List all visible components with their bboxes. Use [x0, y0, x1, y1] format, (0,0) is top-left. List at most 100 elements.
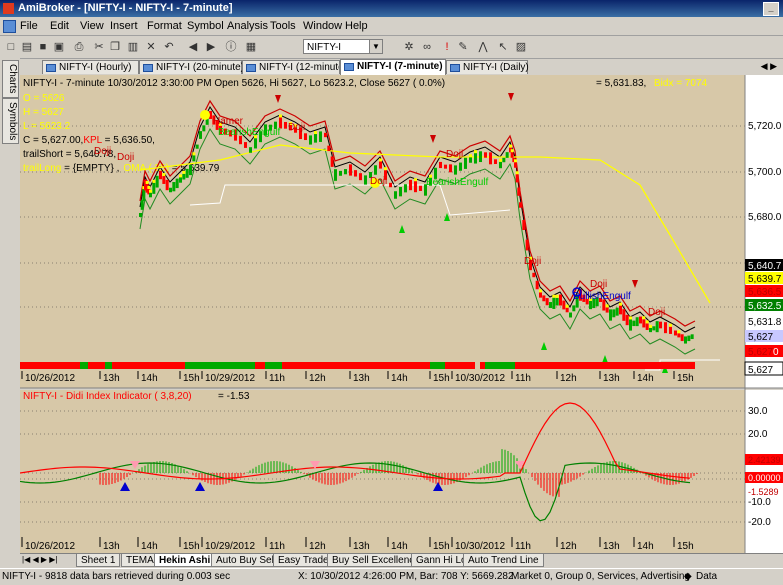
- menu-window[interactable]: Window: [303, 20, 342, 32]
- ha-candle: [374, 165, 377, 175]
- indicator-x-label: 11h: [269, 541, 285, 552]
- chevron-down-icon[interactable]: ▼: [369, 40, 382, 53]
- ha-candle: [139, 213, 142, 217]
- chart-area[interactable]: NIFTY-I - 7-minute 10/30/2012 3:30:00 PM…: [19, 75, 783, 553]
- ha-candle: [629, 319, 632, 331]
- undo-icon[interactable]: ↶: [162, 40, 176, 54]
- menu-bar: File Edit View Insert Format Symbol Anal…: [0, 17, 783, 36]
- chart-window-icon: [344, 63, 354, 71]
- menu-analysis[interactable]: Analysis: [227, 20, 268, 32]
- new-icon[interactable]: □: [4, 40, 18, 54]
- sheet-tab-hekin-ashi[interactable]: Hekin Ashi: [154, 554, 216, 567]
- menu-edit[interactable]: Edit: [50, 20, 69, 32]
- print-icon[interactable]: ⎙: [72, 40, 86, 54]
- ha-candle-highlight: [509, 144, 512, 148]
- status-coords: X: 10/30/2012 4:26:00 PM, Bar: 708 Y: 56…: [298, 571, 514, 582]
- symbol-combo[interactable]: NIFTY-I ▼: [303, 39, 383, 54]
- menu-help[interactable]: Help: [345, 20, 368, 32]
- sheet-tab-sheet1[interactable]: Sheet 1: [76, 554, 121, 567]
- ha-candle: [284, 121, 287, 129]
- ha-candle: [565, 307, 569, 313]
- price-x-label: 15h: [433, 373, 450, 384]
- indicator-tag-zero: 0.00000: [748, 473, 781, 483]
- ha-candle: [514, 162, 517, 168]
- side-tab-symbols[interactable]: Symbols: [2, 98, 19, 144]
- draw-icon[interactable]: ✎: [456, 40, 470, 54]
- indicator-x-label: 10/30/2012: [455, 541, 505, 552]
- price-pane-bg: [20, 75, 745, 388]
- ha-candle-highlight: [514, 159, 517, 163]
- ha-candle: [309, 135, 312, 145]
- price-tag-red-close-suffix: 0: [773, 347, 779, 358]
- tools-icon[interactable]: ✲: [402, 40, 416, 54]
- pointer-icon[interactable]: ↖: [496, 40, 510, 54]
- ha-candle: [615, 307, 619, 316]
- scan-icon[interactable]: ▨: [514, 40, 528, 54]
- chart-window-icon: [450, 64, 460, 72]
- quote-icon[interactable]: ∞: [420, 40, 434, 54]
- ha-candle: [314, 134, 317, 143]
- tab-12-minute[interactable]: NIFTY-I (12-minute: [242, 60, 340, 74]
- menu-view[interactable]: View: [80, 20, 104, 32]
- ha-candle: [639, 316, 642, 324]
- ha-candle: [162, 176, 166, 184]
- ha-candle: [572, 305, 576, 312]
- info-icon[interactable]: ⓘ: [224, 40, 238, 54]
- chart-canvas[interactable]: NIFTY-I - 7-minute 10/30/2012 3:30:00 PM…: [19, 75, 783, 553]
- price-tag-white: 5,631.8: [748, 317, 782, 328]
- ha-candle: [659, 321, 662, 329]
- ha-candle-highlight: [555, 294, 559, 298]
- indicator-tick-30: 30.0: [748, 406, 768, 417]
- status-bar: NIFTY-I - 9818 data bars retrieved durin…: [0, 568, 783, 585]
- indicator-x-label: 10/29/2012: [205, 541, 255, 552]
- tab-daily[interactable]: NIFTY-I (Daily): [446, 60, 529, 74]
- kpl-label: KPL: [83, 135, 102, 146]
- sheet-tab-auto-buy-sell[interactable]: Auto Buy Sell: [211, 554, 282, 567]
- ha-candle: [419, 185, 422, 191]
- menu-file[interactable]: File: [20, 20, 38, 32]
- ha-candle-highlight: [147, 185, 151, 189]
- ha-candle-highlight: [384, 167, 387, 171]
- menu-format[interactable]: Format: [147, 20, 182, 32]
- open-icon[interactable]: ▤: [20, 40, 34, 54]
- copy-icon[interactable]: ❐: [108, 40, 122, 54]
- forward-icon[interactable]: ▶: [204, 40, 218, 54]
- sheet-tab-easy-trade[interactable]: Easy Trade: [273, 554, 334, 567]
- price-tag-oma: 5,639.7: [748, 274, 782, 285]
- side-tab-charts[interactable]: Charts: [2, 60, 19, 98]
- save-icon[interactable]: ■: [36, 40, 50, 54]
- tab-7-minute[interactable]: NIFTY-I (7-minute): [340, 59, 446, 75]
- minimize-button[interactable]: _: [763, 2, 779, 16]
- chart-icon[interactable]: ▦: [244, 40, 258, 54]
- ha-candle: [499, 161, 502, 169]
- menu-symbol[interactable]: Symbol: [187, 20, 224, 32]
- save-all-icon[interactable]: ▣: [52, 40, 66, 54]
- document-icon[interactable]: [3, 20, 16, 33]
- menu-insert[interactable]: Insert: [110, 20, 138, 32]
- tab-hourly-label: NIFTY-I (Hourly): [59, 62, 132, 73]
- tab-scroll-arrows-icon[interactable]: ◀ ▶: [761, 61, 777, 72]
- ha-candle: [535, 280, 539, 290]
- sheet-nav-arrows-icon[interactable]: |◀ ◀ ▶ ▶|: [22, 555, 57, 564]
- ha-candle: [389, 182, 392, 188]
- indicator-x-label: 14h: [637, 541, 654, 552]
- ha-candle: [484, 152, 487, 158]
- pattern-icon[interactable]: ⋀: [476, 40, 490, 54]
- ha-candle-highlight: [510, 149, 514, 153]
- ribbon-segment: [480, 362, 485, 369]
- pattern-label: Doji: [94, 146, 111, 157]
- cut-icon[interactable]: ✂: [92, 40, 106, 54]
- tab-20-minute[interactable]: NIFTY-I (20-minute): [139, 60, 244, 74]
- tab-hourly[interactable]: NIFTY-I (Hourly): [42, 60, 139, 74]
- indicator-x-label: 10/26/2012: [25, 541, 75, 552]
- back-icon[interactable]: ◀: [186, 40, 200, 54]
- delete-icon[interactable]: ✕: [144, 40, 158, 54]
- alert-icon[interactable]: !: [440, 40, 454, 54]
- menu-tools[interactable]: Tools: [270, 20, 296, 32]
- indicator-tick-minus20: -20.0: [748, 517, 771, 528]
- ha-candle: [559, 294, 562, 306]
- toolbar: □ ▤ ■ ▣ ⎙ ✂ ❐ ▥ ✕ ↶ ◀ ▶ ⓘ ▦ NIFTY-I ▼ ✲ …: [0, 36, 783, 59]
- sheet-tab-auto-trend-line[interactable]: Auto Trend Line: [463, 554, 544, 567]
- chart-tab-strip: NIFTY-I (Hourly) NIFTY-I (20-minute) NIF…: [20, 59, 783, 75]
- paste-icon[interactable]: ▥: [126, 40, 140, 54]
